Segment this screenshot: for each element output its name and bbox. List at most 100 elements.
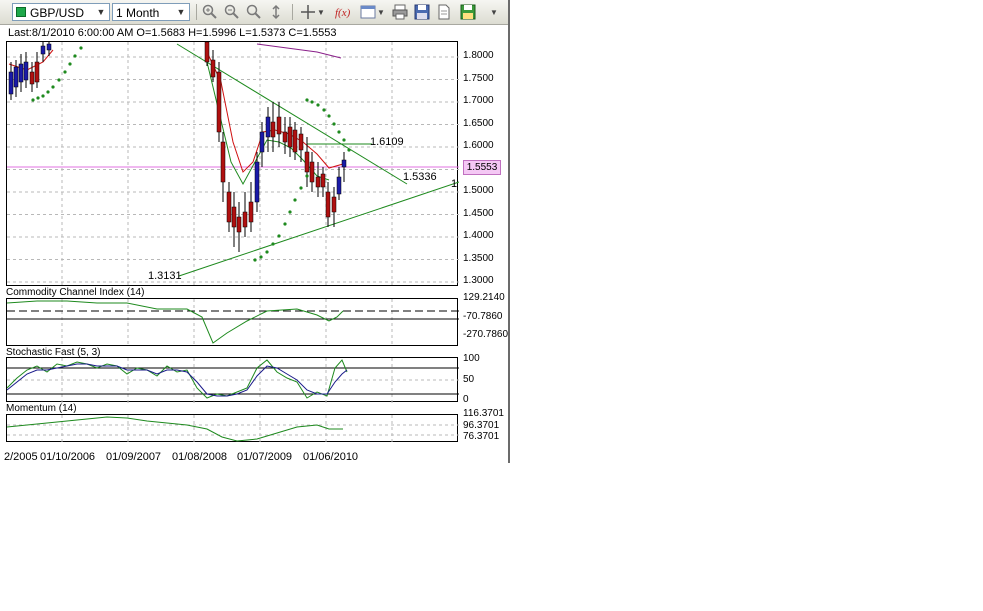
vertical-scale-button[interactable]: [266, 3, 286, 21]
price-axis-label: 1.7500: [463, 72, 494, 84]
chart-properties-button[interactable]: [358, 3, 378, 21]
cci-axis-mid: -70.7860: [463, 311, 503, 322]
sar-dot: [322, 108, 326, 112]
symbol-select[interactable]: GBP/USD ▼: [12, 3, 110, 21]
candle-body: [46, 43, 52, 51]
sar-dot: [293, 198, 297, 202]
stoch-axis-bottom: 0: [463, 394, 469, 405]
sar-dot: [46, 90, 50, 94]
sar-dot: [310, 100, 314, 104]
export-button[interactable]: [434, 3, 454, 21]
chevron-down-icon[interactable]: ▼: [173, 4, 189, 20]
stoch-axis-top: 100: [463, 353, 480, 364]
sar-dot: [305, 174, 309, 178]
indicators-button[interactable]: f(x): [334, 3, 354, 21]
symbol-icon: [16, 7, 26, 17]
toolbar-separator: [292, 4, 293, 20]
crosshair-dropdown[interactable]: ▼: [316, 3, 326, 21]
date-label: 01/07/2009: [237, 451, 293, 463]
floppy-icon: [414, 4, 430, 20]
zoom-in-button[interactable]: [200, 3, 220, 21]
cci-panel[interactable]: [6, 298, 459, 347]
vertical-arrows-icon: [272, 4, 280, 20]
cci-line: [7, 300, 344, 344]
sar-dot: [41, 94, 45, 98]
chevron-down-icon: ▼: [317, 7, 325, 17]
candle-body: [231, 206, 237, 228]
candle-body: [276, 116, 282, 135]
sar-dot: [271, 242, 275, 246]
momentum-chart: [7, 415, 459, 443]
candle-body: [29, 71, 35, 85]
save-image-button[interactable]: [458, 3, 478, 21]
candle-body: [40, 45, 46, 55]
support-trendline: [178, 181, 459, 277]
sar-dot: [31, 98, 35, 102]
price-axis-label: 1.5000: [463, 185, 494, 196]
chevron-down-icon: ▼: [490, 7, 498, 17]
momentum-axis-mid: 96.3701: [463, 420, 500, 431]
candle-body: [216, 71, 222, 133]
trendline-label: 1.5336: [403, 171, 437, 183]
momentum-panel[interactable]: [6, 414, 459, 443]
candle-body: [236, 216, 242, 233]
sar-dot: [305, 98, 309, 102]
zoom-reset-icon: [246, 4, 261, 19]
candle-body: [292, 129, 298, 153]
support-label: 1.3131: [148, 270, 182, 282]
stoch-chart: [7, 358, 459, 403]
candle-body: [298, 133, 304, 151]
price-axis-label: 1.7000: [463, 95, 494, 106]
sar-dot: [265, 250, 269, 254]
price-axis-label: 1.4000: [463, 230, 494, 241]
sar-dot: [68, 62, 72, 66]
zoom-out-button[interactable]: [222, 3, 242, 21]
cci-chart: [7, 299, 459, 347]
ohlc-readout: Last:8/1/2010 6:00:00 AM O=1.5683 H=1.59…: [8, 27, 337, 39]
sar-dot: [253, 258, 257, 262]
toolbar-overflow[interactable]: ▼: [488, 3, 500, 21]
cci-axis-top: 129.2140: [463, 292, 505, 303]
sar-dot: [316, 103, 320, 107]
sar-dot: [283, 222, 287, 226]
candle-body: [242, 211, 248, 228]
candle-body: [210, 59, 216, 78]
save-button[interactable]: [412, 3, 432, 21]
sar-dot: [79, 46, 83, 50]
properties-dropdown[interactable]: ▼: [376, 3, 386, 21]
candle-body: [282, 131, 288, 143]
candle-body: [270, 121, 276, 138]
price-chart: [7, 42, 459, 287]
candle-body: [226, 191, 232, 223]
crosshair-icon: [301, 5, 315, 19]
candle-body: [248, 201, 254, 223]
sar-dot: [347, 148, 351, 152]
price-axis-label: 1.6500: [463, 117, 494, 129]
function-icon: f(x): [335, 7, 351, 19]
date-label: 2/2005: [4, 451, 38, 463]
price-panel[interactable]: [6, 41, 459, 287]
period-select[interactable]: 1 Month ▼: [112, 3, 190, 21]
candle-body: [204, 42, 210, 63]
current-price-marker: 1.5553: [463, 160, 501, 175]
sar-dot: [327, 114, 331, 118]
zoom-reset-button[interactable]: [244, 3, 264, 21]
momentum-axis-bottom: 76.3701: [463, 431, 500, 442]
chart-window: GBP/USD ▼ 1 Month ▼ ▼ f(x) ▼ ▼ Last:8/1/…: [0, 0, 510, 463]
sar-dot: [36, 96, 40, 100]
stoch-panel[interactable]: [6, 357, 459, 403]
print-button[interactable]: [390, 3, 410, 21]
candle-body: [309, 161, 315, 183]
stoch-axis-mid: 50: [463, 374, 475, 385]
candle-body: [320, 173, 326, 188]
crosshair-button[interactable]: [298, 3, 318, 21]
candle-body: [259, 131, 265, 153]
price-axis-label: 1.6000: [463, 140, 494, 151]
chevron-down-icon: ▼: [377, 7, 385, 17]
sar-dot: [259, 255, 263, 259]
candle-body: [325, 191, 331, 218]
sar-dot: [299, 186, 303, 190]
momentum-line: [7, 416, 343, 442]
chevron-down-icon[interactable]: ▼: [93, 4, 109, 20]
sar-dot: [57, 78, 61, 82]
